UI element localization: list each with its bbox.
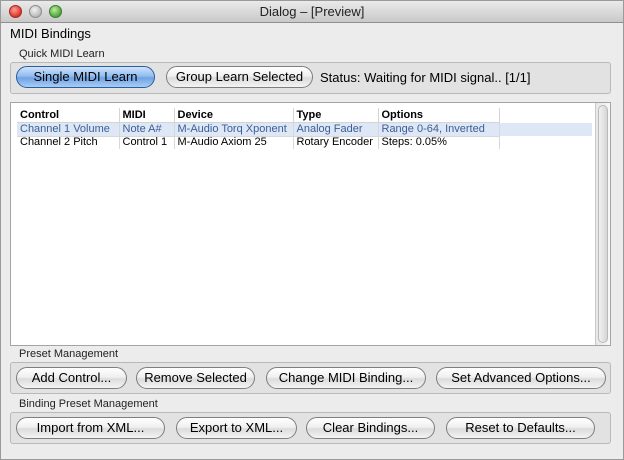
cell-device: M-Audio Axiom 25 xyxy=(174,135,294,149)
column-header-midi[interactable]: MIDI xyxy=(119,108,175,123)
table-row[interactable]: Channel 1 Volume Note A# M-Audio Torq Xp… xyxy=(17,122,500,136)
remove-selected-button[interactable]: Remove Selected xyxy=(136,367,255,389)
row-divider xyxy=(17,136,500,137)
set-advanced-options-button[interactable]: Set Advanced Options... xyxy=(436,367,606,389)
cell-device: M-Audio Torq Xponent xyxy=(174,122,294,136)
group-learn-selected-button[interactable]: Group Learn Selected xyxy=(166,66,313,88)
binding-preset-management-label: Binding Preset Management xyxy=(19,398,158,410)
table-header-row: Control MIDI Device Type Options xyxy=(17,108,500,123)
clear-bindings-button[interactable]: Clear Bindings... xyxy=(306,417,435,439)
cell-options: Steps: 0.05% xyxy=(378,135,500,149)
table-row[interactable]: Channel 2 Pitch Control 1 M-Audio Axiom … xyxy=(17,135,500,149)
export-to-xml-button[interactable]: Export to XML... xyxy=(176,417,297,439)
change-midi-binding-button[interactable]: Change MIDI Binding... xyxy=(266,367,426,389)
vertical-scrollbar[interactable] xyxy=(595,103,610,345)
status-text: Status: Waiting for MIDI signal.. [1/1] xyxy=(320,70,531,85)
quick-midi-learn-label: Quick MIDI Learn xyxy=(19,48,105,60)
bindings-table-panel[interactable]: Control MIDI Device Type Options Channel… xyxy=(10,102,611,346)
scrollbar-thumb[interactable] xyxy=(598,105,608,343)
cell-type: Analog Fader xyxy=(293,122,379,136)
cell-options: Range 0-64, Inverted xyxy=(378,122,500,136)
cell-type: Rotary Encoder xyxy=(293,135,379,149)
column-header-type[interactable]: Type xyxy=(293,108,379,123)
single-midi-learn-button[interactable]: Single MIDI Learn xyxy=(16,66,155,88)
cell-midi: Control 1 xyxy=(119,135,175,149)
add-control-button[interactable]: Add Control... xyxy=(16,367,127,389)
cell-control: Channel 2 Pitch xyxy=(17,135,120,149)
cell-midi: Note A# xyxy=(119,122,175,136)
column-header-control[interactable]: Control xyxy=(17,108,120,123)
reset-to-defaults-button[interactable]: Reset to Defaults... xyxy=(446,417,595,439)
page-heading: MIDI Bindings xyxy=(10,26,91,41)
column-header-options[interactable]: Options xyxy=(378,108,500,123)
preset-management-label: Preset Management xyxy=(19,348,119,360)
cell-control: Channel 1 Volume xyxy=(17,122,120,136)
import-from-xml-button[interactable]: Import from XML... xyxy=(16,417,165,439)
window-title: Dialog – [Preview] xyxy=(259,4,365,19)
column-header-device[interactable]: Device xyxy=(174,108,294,123)
bindings-table: Control MIDI Device Type Options Channel… xyxy=(17,108,500,149)
dialog-window: Dialog – [Preview] MIDI Bindings Quick M… xyxy=(0,0,624,460)
title-bar[interactable]: Dialog – [Preview] xyxy=(1,1,623,23)
